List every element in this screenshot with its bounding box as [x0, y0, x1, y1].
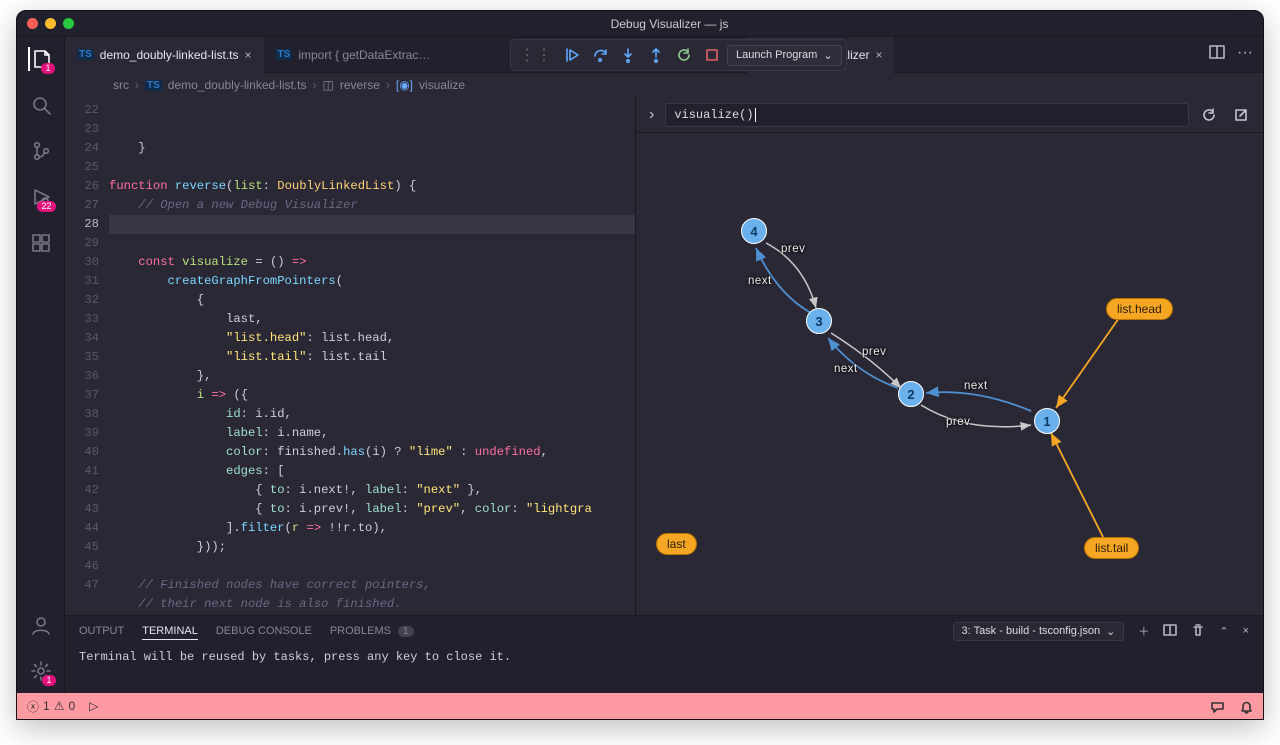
settings-gear-icon[interactable]: 1: [29, 659, 53, 683]
terminal-selector[interactable]: 3: Task - build - tsconfig.json ⌄: [953, 622, 1125, 641]
edge-label-prev: prev: [946, 416, 970, 428]
code-editor[interactable]: 2223242526272829303132333435363738394041…: [65, 97, 635, 615]
breadcrumb-fn[interactable]: reverse: [340, 78, 380, 92]
panel-tab-terminal[interactable]: TERMINAL: [142, 623, 198, 640]
ts-file-icon: TS: [145, 80, 162, 91]
terminal-output[interactable]: Terminal will be reused by tasks, press …: [65, 646, 1263, 693]
stop-button[interactable]: [699, 42, 725, 68]
error-icon: ⓧ: [27, 698, 39, 715]
titlebar: Debug Visualizer — js: [17, 11, 1263, 37]
chevron-right-icon: ›: [135, 78, 139, 92]
panel-tabs: OUTPUT TERMINAL DEBUG CONSOLE PROBLEMS 1…: [65, 616, 1263, 646]
status-errors[interactable]: ⓧ 1 ⚠ 0: [27, 698, 75, 715]
launch-config-selector[interactable]: Launch Program ⌄: [727, 45, 842, 66]
debug-badge: 22: [37, 201, 55, 212]
launch-config-label: Launch Program: [736, 49, 817, 61]
cube-icon: ◫: [323, 78, 334, 92]
terminal-line: Terminal will be reused by tasks, press …: [79, 650, 511, 664]
editor-tabs: TS demo_doubly-linked-list.ts × TS impor…: [65, 37, 1263, 73]
symbol-icon: [◉]: [396, 78, 413, 92]
graph-node-4[interactable]: 4: [741, 218, 767, 244]
split-terminal-icon[interactable]: [1163, 623, 1177, 640]
drag-handle-icon[interactable]: ⋮⋮: [515, 45, 557, 65]
edge-label-next: next: [834, 363, 858, 375]
activity-bar: 1 22 1: [17, 37, 65, 693]
search-icon[interactable]: [29, 93, 53, 117]
restart-button[interactable]: [671, 42, 697, 68]
chevron-down-icon: ⌄: [1106, 625, 1115, 638]
close-icon[interactable]: ×: [245, 48, 252, 62]
graph-node-2[interactable]: 2: [898, 381, 924, 407]
graph-node-1[interactable]: 1: [1034, 408, 1060, 434]
edge-label-next: next: [964, 380, 988, 392]
panel-tab-problems[interactable]: PROBLEMS 1: [330, 623, 414, 639]
pointer-last[interactable]: last: [656, 533, 697, 555]
chevron-right-icon: ›: [386, 78, 390, 92]
expand-chevron-icon[interactable]: ›: [646, 106, 657, 124]
edge-label-prev: prev: [862, 346, 886, 358]
expression-value: visualize(): [674, 108, 753, 122]
step-into-button[interactable]: [615, 42, 641, 68]
visualizer-toolbar: › visualize(): [636, 97, 1263, 133]
panel-tab-debug-console[interactable]: DEBUG CONSOLE: [216, 623, 312, 639]
pointer-list-head[interactable]: list.head: [1106, 298, 1173, 320]
step-out-button[interactable]: [643, 42, 669, 68]
step-over-button[interactable]: [587, 42, 613, 68]
chevron-right-icon: ›: [313, 78, 317, 92]
accounts-icon[interactable]: [29, 613, 53, 637]
edge-label-prev: prev: [781, 243, 805, 255]
kill-terminal-icon[interactable]: [1191, 623, 1205, 640]
window-controls: [27, 18, 74, 29]
graph-node-3[interactable]: 3: [806, 308, 832, 334]
zoom-window-button[interactable]: [63, 18, 74, 29]
close-icon[interactable]: ×: [875, 48, 882, 62]
bottom-panel: OUTPUT TERMINAL DEBUG CONSOLE PROBLEMS 1…: [65, 615, 1263, 693]
line-number-gutter: 2223242526272829303132333435363738394041…: [65, 97, 109, 615]
tab-file1[interactable]: TS demo_doubly-linked-list.ts ×: [65, 37, 264, 73]
expression-input[interactable]: visualize(): [665, 103, 1189, 127]
popout-icon[interactable]: [1229, 103, 1253, 127]
debug-visualizer-panel: › visualize(): [635, 97, 1263, 615]
continue-button[interactable]: [559, 42, 585, 68]
breadcrumb-file[interactable]: demo_doubly-linked-list.ts: [168, 78, 307, 92]
split-editor-icon[interactable]: [1209, 44, 1225, 65]
more-actions-icon[interactable]: ···: [1237, 44, 1253, 65]
problems-count: 1: [398, 626, 414, 637]
pointer-list-tail[interactable]: list.tail: [1084, 537, 1139, 559]
refresh-icon[interactable]: [1197, 103, 1221, 127]
debug-toolbar[interactable]: ⋮⋮: [510, 39, 847, 71]
text-caret: [755, 108, 756, 122]
code-content[interactable]: } function reverse(list: DoublyLinkedLis…: [109, 97, 635, 615]
new-terminal-icon[interactable]: ＋: [1138, 623, 1149, 639]
ts-file-icon: TS: [276, 49, 293, 60]
minimize-window-button[interactable]: [45, 18, 56, 29]
ts-file-icon: TS: [77, 49, 94, 60]
extensions-icon[interactable]: [29, 231, 53, 255]
tab-file1-label: demo_doubly-linked-list.ts: [100, 48, 239, 62]
source-control-icon[interactable]: [29, 139, 53, 163]
status-run-icon[interactable]: ▷: [89, 699, 98, 713]
edge-label-next: next: [748, 275, 772, 287]
breadcrumb-sym[interactable]: visualize: [419, 78, 465, 92]
status-feedback-icon[interactable]: [1210, 699, 1225, 714]
breadcrumb[interactable]: src › TS demo_doubly-linked-list.ts › ◫ …: [65, 73, 1263, 97]
window-title: Debug Visualizer — js: [86, 17, 1253, 31]
run-debug-icon[interactable]: 22: [29, 185, 53, 209]
chevron-down-icon: ⌄: [823, 49, 832, 62]
panel-tab-output[interactable]: OUTPUT: [79, 623, 124, 639]
current-line-highlight: [109, 215, 635, 234]
breadcrumb-src[interactable]: src: [113, 78, 129, 92]
close-window-button[interactable]: [27, 18, 38, 29]
explorer-icon[interactable]: 1: [28, 47, 52, 71]
graph-canvas[interactable]: 4 3 2 1 prev next prev next next prev la…: [636, 133, 1263, 615]
explorer-badge: 1: [41, 63, 54, 74]
warning-icon: ⚠: [54, 699, 65, 713]
settings-badge: 1: [42, 675, 55, 686]
tab-file2[interactable]: TS import { getDataExtrac…: [264, 37, 443, 73]
chevron-up-icon[interactable]: ⌃: [1219, 625, 1228, 638]
status-bell-icon[interactable]: [1239, 699, 1253, 714]
status-bar: ⓧ 1 ⚠ 0 ▷: [17, 693, 1263, 719]
tab-file2-label: import { getDataExtrac…: [298, 48, 430, 62]
close-panel-icon[interactable]: ×: [1243, 625, 1249, 637]
